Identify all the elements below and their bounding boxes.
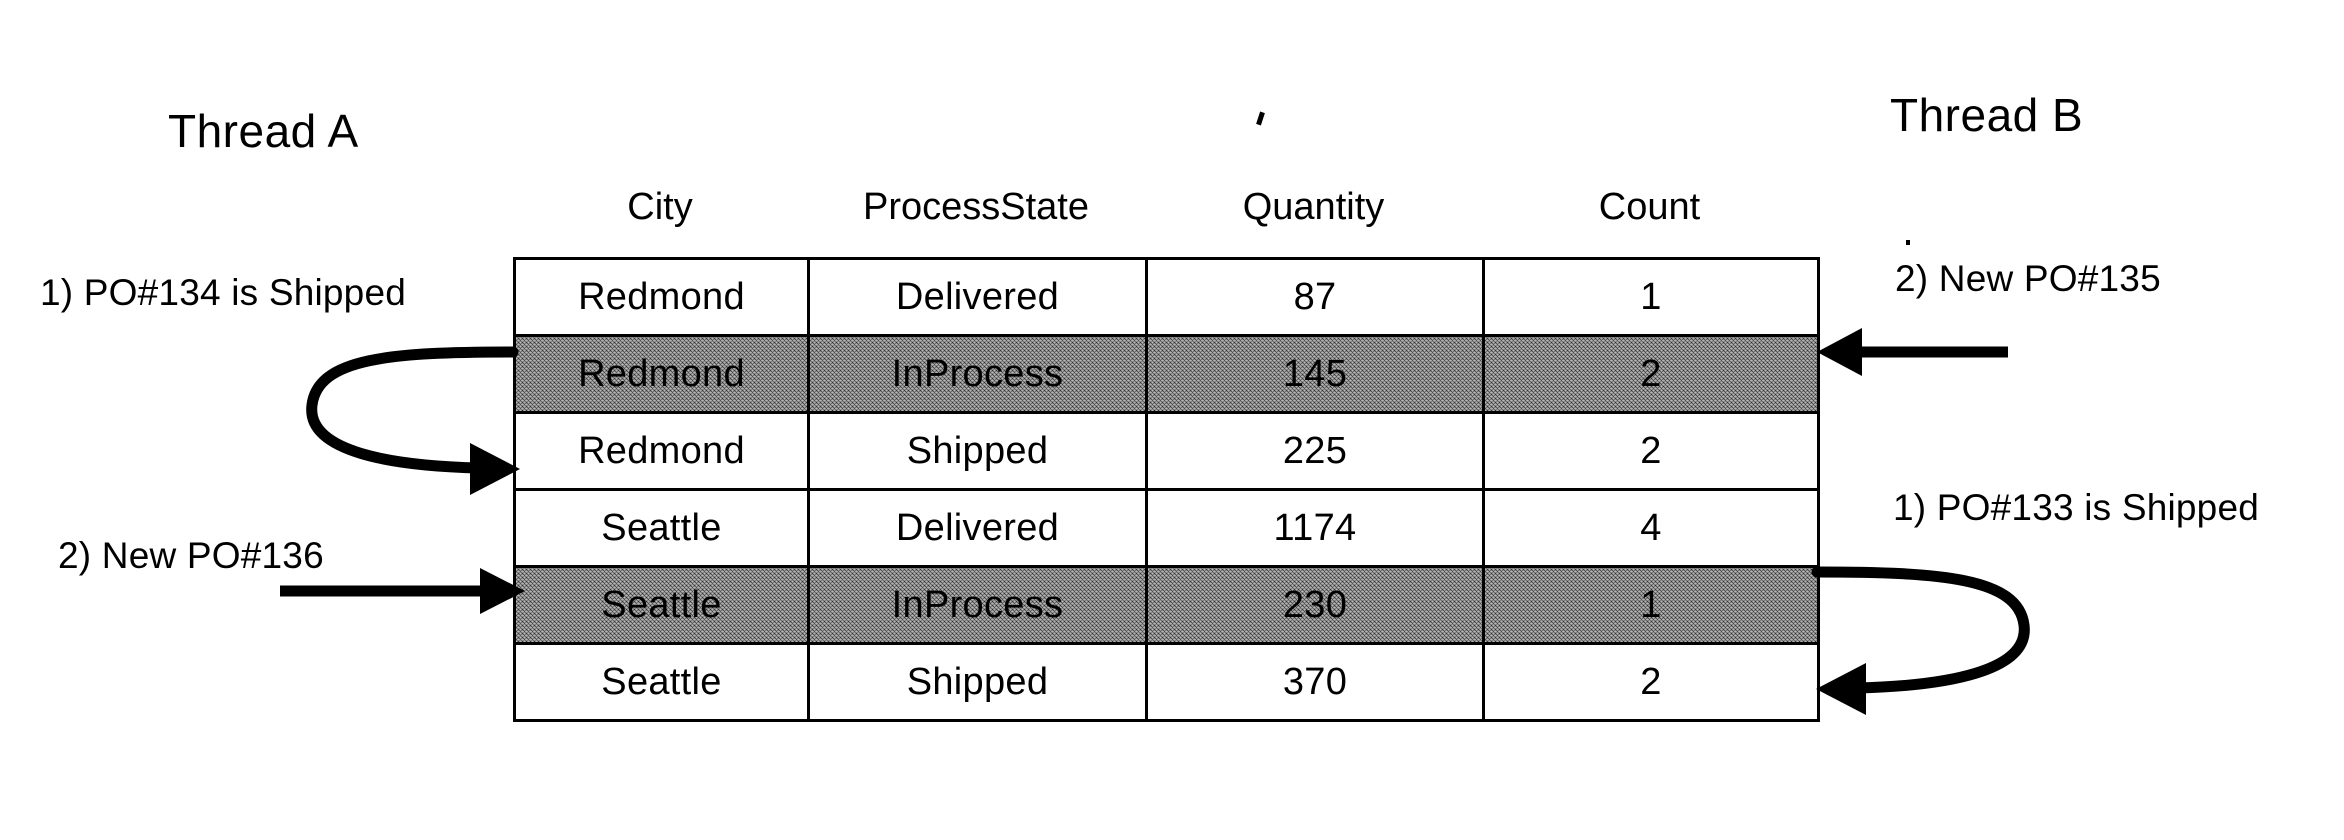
cell-processstate: Delivered [807,257,1148,337]
thread-a-loop-arrow [306,346,520,495]
table-row: Seattle Shipped 370 2 [513,642,1820,722]
thread-b-title: Thread B [1890,89,2084,141]
table-row: Redmond InProcess 145 2 [513,334,1820,414]
table-row: Redmond Shipped 225 2 [513,411,1820,491]
table-grid: Redmond Delivered 87 1 Redmond InProcess 145 2 R… [513,257,1820,722]
scan-artifact-dot [1906,240,1910,245]
cell-count: 2 [1482,334,1820,414]
cell-city: Redmond [513,257,810,337]
column-header-city: City [627,186,693,228]
thread-b-insert-arrow [1817,328,2008,376]
thread-b-loop-arrow [1811,566,2030,715]
annotation-thread-a-step-1: 1) PO#134 is Shipped [40,272,407,313]
cell-processstate: Shipped [807,411,1148,491]
table-row: Seattle Delivered 1174 4 [513,488,1820,568]
annotation-thread-b-step-2: 2) New PO#135 [1895,258,2161,299]
cell-quantity: 1174 [1145,488,1485,568]
scan-artifact-speck [1256,111,1265,126]
annotation-thread-a-step-2: 2) New PO#136 [58,535,324,576]
cell-quantity: 225 [1145,411,1485,491]
cell-processstate: InProcess [807,565,1148,645]
cell-count: 2 [1482,411,1820,491]
table-row: Redmond Delivered 87 1 [513,257,1820,337]
result-set-table: Redmond Delivered 87 1 Redmond InProcess 145 2 R… [513,257,1820,722]
cell-processstate: Shipped [807,642,1148,722]
column-header-quantity: Quantity [1242,186,1385,228]
table-row: Seattle InProcess 230 1 [513,565,1820,645]
cell-city: Seattle [513,565,810,645]
cell-processstate: Delivered [807,488,1148,568]
annotation-thread-b-step-1: 1) PO#133 is Shipped [1893,487,2260,528]
cell-quantity: 230 [1145,565,1485,645]
cell-processstate: InProcess [807,334,1148,414]
cell-count: 1 [1482,565,1820,645]
cell-count: 4 [1482,488,1820,568]
cell-quantity: 370 [1145,642,1485,722]
cell-city: Redmond [513,334,810,414]
cell-city: Seattle [513,488,810,568]
cell-quantity: 87 [1145,257,1485,337]
cell-count: 1 [1482,257,1820,337]
cell-count: 2 [1482,642,1820,722]
cell-quantity: 145 [1145,334,1485,414]
thread-a-title: Thread A [168,105,359,157]
diagram-canvas: Thread A Thread B 1) PO#134 is Shipped 2… [0,0,2344,840]
cell-city: Redmond [513,411,810,491]
column-header-processstate: ProcessState [863,186,1089,228]
cell-city: Seattle [513,642,810,722]
column-header-count: Count [1598,186,1701,228]
